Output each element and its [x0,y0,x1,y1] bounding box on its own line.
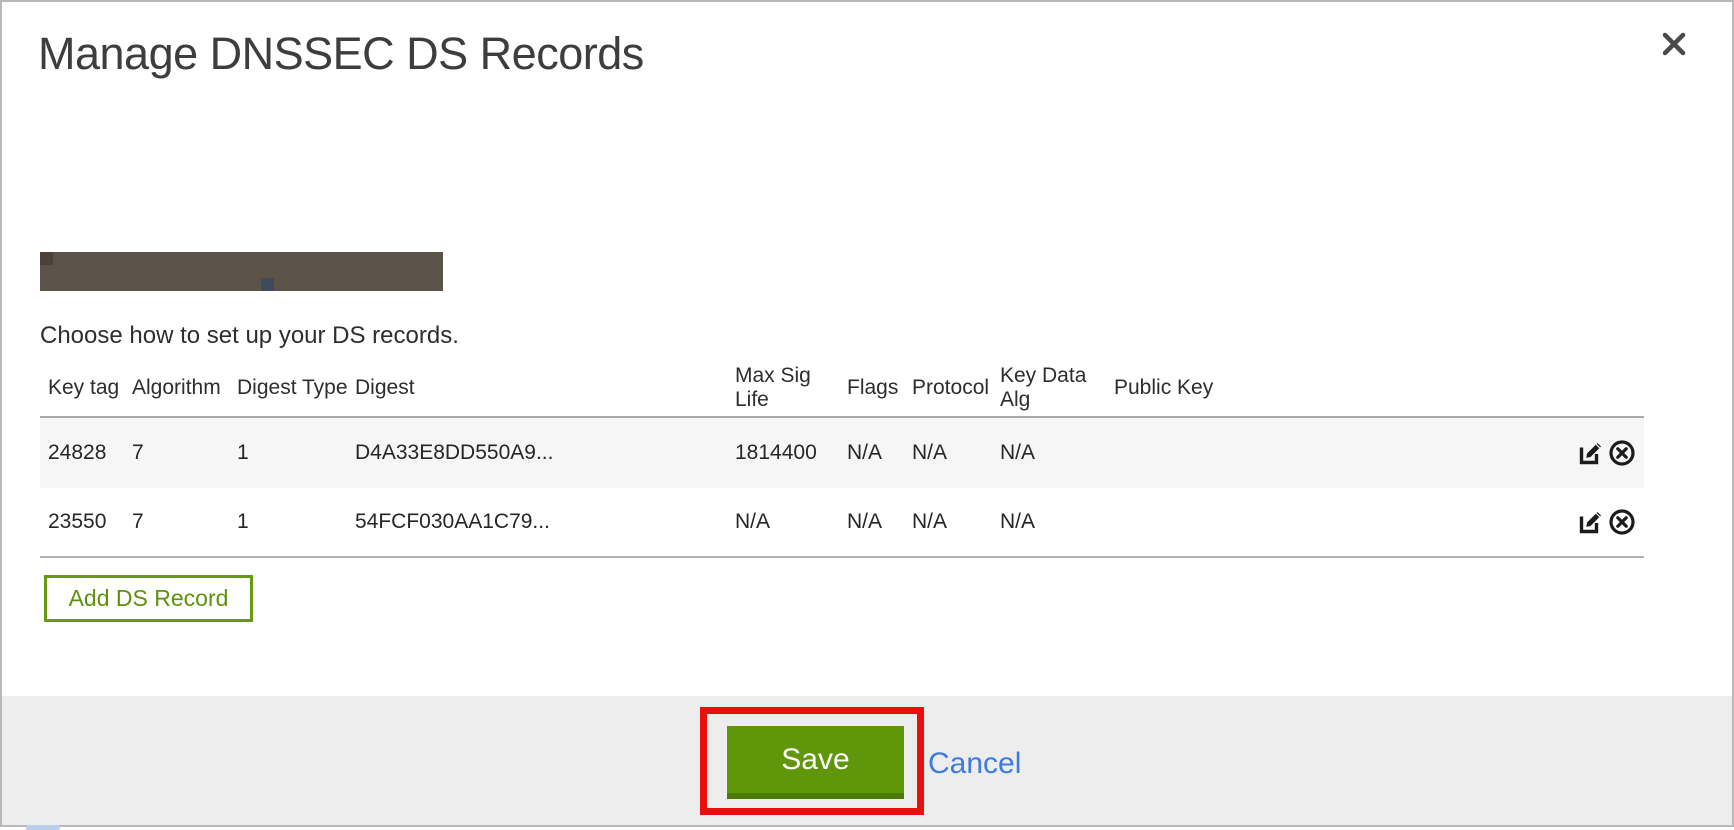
close-icon[interactable] [1660,30,1688,58]
cell-flags: N/A [847,441,912,465]
cell-algorithm: 7 [132,510,237,534]
cell-key-tag: 23550 [40,510,132,534]
cell-flags: N/A [847,510,912,534]
cell-digest: 54FCF030AA1C79... [355,510,735,534]
cell-digest-type: 1 [237,441,355,465]
col-header-public-key: Public Key [1114,376,1564,400]
col-header-digest: Digest [355,376,735,400]
col-header-algorithm: Algorithm [132,376,237,400]
row-actions [1564,439,1644,467]
col-header-digest-type: Digest Type [237,376,355,400]
edit-icon[interactable] [1577,508,1605,536]
col-header-flags: Flags [847,376,912,400]
redacted-domain-name [40,252,443,291]
delete-icon[interactable] [1608,439,1636,467]
delete-icon[interactable] [1608,508,1636,536]
table-row: 24828 7 1 D4A33E8DD550A9... 1814400 N/A … [40,418,1644,488]
cell-algorithm: 7 [132,441,237,465]
row-actions [1564,508,1644,536]
col-header-key-data-alg: Key Data Alg [1000,364,1114,412]
col-header-key-tag: Key tag [40,376,132,400]
cell-key-data-alg: N/A [1000,441,1114,465]
cell-max-sig-life: 1814400 [735,441,847,465]
background-page-artifact [26,825,60,830]
cell-protocol: N/A [912,441,1000,465]
cell-key-tag: 24828 [40,441,132,465]
save-button[interactable]: Save [727,726,904,799]
table-header-row: Key tag Algorithm Digest Type Digest Max… [40,360,1644,418]
cell-max-sig-life: N/A [735,510,847,534]
col-header-protocol: Protocol [912,376,1000,400]
manage-dnssec-dialog: Manage DNSSEC DS Records Choose how to s… [0,0,1734,827]
ds-records-table: Key tag Algorithm Digest Type Digest Max… [40,360,1644,558]
table-row: 23550 7 1 54FCF030AA1C79... N/A N/A N/A … [40,488,1644,558]
edit-icon[interactable] [1577,439,1605,467]
col-header-max-sig-life: Max Sig Life [735,364,847,412]
add-ds-record-button[interactable]: Add DS Record [44,575,253,622]
cell-digest: D4A33E8DD550A9... [355,441,735,465]
dialog-title: Manage DNSSEC DS Records [38,28,644,80]
cancel-link[interactable]: Cancel [928,747,1021,781]
cell-digest-type: 1 [237,510,355,534]
instruction-text: Choose how to set up your DS records. [40,322,459,350]
cell-key-data-alg: N/A [1000,510,1114,534]
cell-protocol: N/A [912,510,1000,534]
